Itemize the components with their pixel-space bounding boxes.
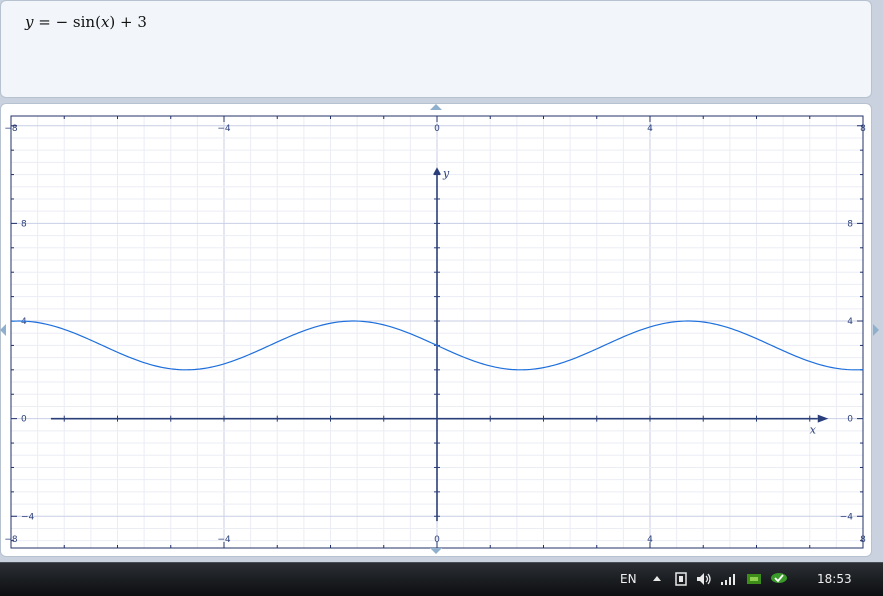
formula-panel[interactable]: y = − sin(x) + 3 xyxy=(0,0,872,98)
x-axis-arrow-icon xyxy=(818,415,829,423)
x-tick-label-bottom: 8 xyxy=(860,535,866,545)
x-tick-label-bottom: 0 xyxy=(434,535,440,545)
left-pane-arrow-icon[interactable] xyxy=(0,324,6,336)
y-tick-label-left: −4 xyxy=(21,512,35,522)
y-tick-label-left: 8 xyxy=(21,219,27,229)
x-tick-label-top: 8 xyxy=(860,124,866,134)
y-tick-label-right: −4 xyxy=(840,512,854,522)
expand-down-arrow-icon[interactable] xyxy=(430,548,442,554)
y-tick-label-left: 0 xyxy=(21,415,27,425)
volume-icon[interactable] xyxy=(696,572,712,586)
formula-text[interactable]: y = − sin(x) + 3 xyxy=(25,13,147,31)
language-indicator[interactable]: EN xyxy=(620,563,637,596)
x-tick-label-bottom: −8 xyxy=(4,535,18,545)
y-tick-label-right: 4 xyxy=(847,317,853,327)
y-tick-label-right: 8 xyxy=(847,219,853,229)
x-tick-label-top: 0 xyxy=(434,124,440,134)
formula-rhs-suffix: ) + 3 xyxy=(109,13,147,31)
signal-bars-icon[interactable] xyxy=(720,572,738,586)
nvidia-icon[interactable] xyxy=(746,572,762,586)
clock[interactable]: 18:53 xyxy=(817,563,852,596)
formula-rhs-prefix: = − sin( xyxy=(33,13,100,31)
y-tick-label-left: 4 xyxy=(21,317,27,327)
y-axis-label: y xyxy=(442,167,450,180)
x-axis-label: x xyxy=(810,424,817,437)
x-tick-label-bottom: 4 xyxy=(647,535,653,545)
x-tick-label-top: 4 xyxy=(647,124,653,134)
right-pane-arrow-icon[interactable] xyxy=(873,324,879,336)
x-tick-label-top: −4 xyxy=(217,124,231,134)
x-tick-label-top: −8 xyxy=(4,124,18,134)
collapse-up-arrow-icon[interactable] xyxy=(430,104,442,110)
function-graph[interactable]: −8 −8 −4 −4 0 0 4 4 8 8 −4 −4 0 0 4 4 8 8 x y xyxy=(1,104,873,558)
taskbar: EN 18:53 xyxy=(0,562,883,596)
y-axis-arrow-icon xyxy=(433,167,441,174)
show-hidden-icons-arrow-icon[interactable] xyxy=(652,572,662,586)
y-tick-label-right: 0 xyxy=(847,415,853,425)
graph-panel[interactable]: −8 −8 −4 −4 0 0 4 4 8 8 −4 −4 0 0 4 4 8 8 x y xyxy=(0,103,872,557)
network-icon[interactable] xyxy=(674,572,688,586)
x-tick-label-bottom: −4 xyxy=(217,535,231,545)
security-icon[interactable] xyxy=(770,572,788,586)
